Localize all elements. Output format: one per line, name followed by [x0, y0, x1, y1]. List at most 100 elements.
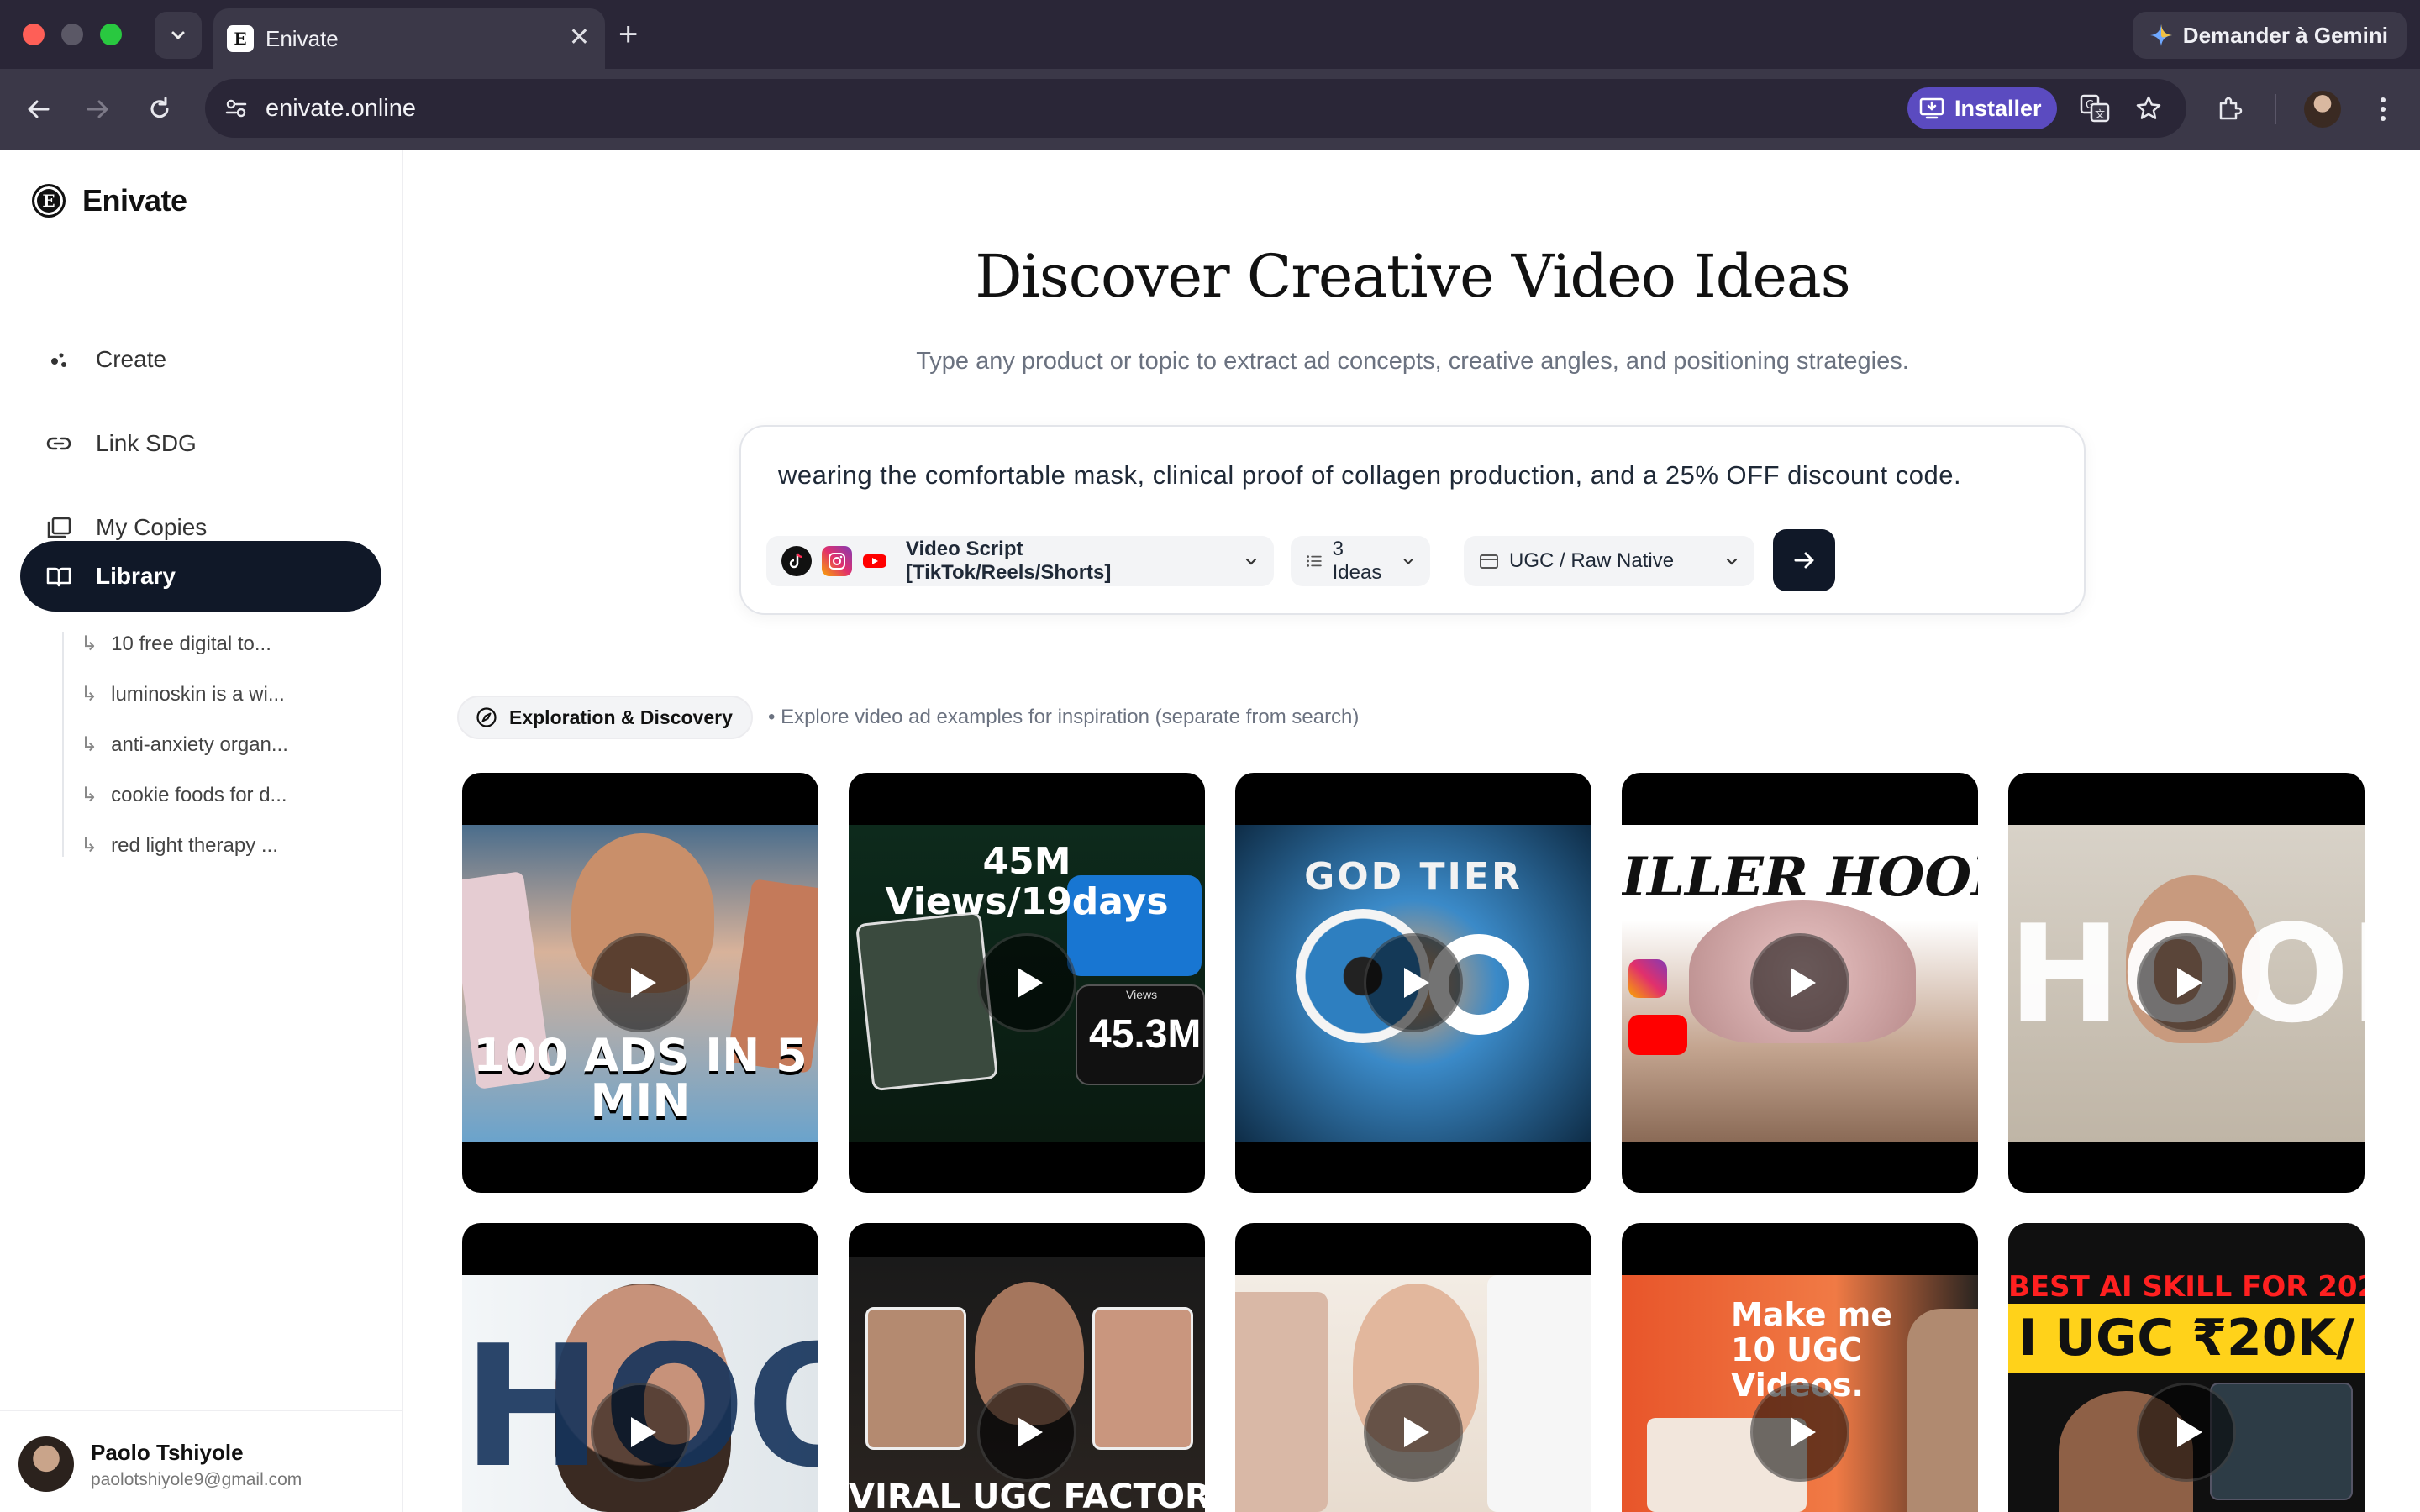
- tab-title: Enivate: [266, 26, 339, 51]
- video-card[interactable]: 100 ADS IN 5 MIN: [462, 773, 818, 1193]
- views-label: Views: [1126, 988, 1158, 1001]
- play-icon: [631, 968, 656, 998]
- play-button[interactable]: [1750, 1383, 1849, 1482]
- sidebar-item-link-sdg[interactable]: Link SDG: [20, 408, 381, 479]
- tab-favicon: E: [227, 25, 254, 52]
- platform-label: Video Script [TikTok/Reels/Shorts]: [905, 538, 1112, 584]
- video-overlay-text: I UGC ₹20K/: [2018, 1310, 2354, 1366]
- video-card[interactable]: Make me 10 UGC Videos.: [1622, 1223, 1978, 1512]
- video-caption: BEST AI SKILL FOR 2026: [2008, 1270, 2365, 1304]
- library-item[interactable]: ↳ 10 free digital to...: [81, 632, 271, 656]
- video-card[interactable]: HOOK: [2008, 773, 2365, 1193]
- reload-button[interactable]: [139, 89, 180, 129]
- list-icon: [1307, 555, 1322, 567]
- play-button[interactable]: [591, 1383, 690, 1482]
- sidebar-item-label: Library: [96, 563, 176, 589]
- arrow-left-icon: [28, 100, 50, 118]
- address-bar[interactable]: enivate.online Installer G文: [205, 79, 2186, 138]
- video-caption: 100 ADS IN 5 MIN: [473, 1029, 808, 1127]
- tab-search-button[interactable]: [155, 12, 202, 59]
- submit-button[interactable]: [1773, 529, 1835, 591]
- video-caption: ILLER HOOK: [1622, 848, 1978, 907]
- install-app-button[interactable]: Installer: [1907, 87, 2057, 129]
- play-button[interactable]: [1750, 933, 1849, 1032]
- browser-tab[interactable]: E Enivate ✕: [213, 8, 605, 69]
- search-input[interactable]: wearing the comfortable mask, clinical p…: [778, 460, 1961, 491]
- translate-icon[interactable]: G文: [2077, 91, 2112, 126]
- video-caption: VIRAL UGC FACTORY: [849, 1478, 1205, 1512]
- ideas-count-select[interactable]: 3 Ideas: [1291, 536, 1430, 586]
- play-button[interactable]: [1364, 1383, 1463, 1482]
- play-button[interactable]: [591, 933, 690, 1032]
- video-card[interactable]: VIRAL UGC FACTORY: [849, 1223, 1205, 1512]
- sidebar-item-create[interactable]: Create: [20, 324, 381, 395]
- video-caption: GOD TIER: [1304, 855, 1523, 898]
- back-button[interactable]: [18, 89, 59, 129]
- site-info-icon[interactable]: [217, 89, 255, 128]
- style-select[interactable]: UGC / Raw Native: [1464, 536, 1754, 586]
- instagram-icon: [821, 546, 852, 576]
- style-label: UGC / Raw Native: [1509, 549, 1675, 572]
- browser-titlebar: E Enivate ✕ + Demander à Gemini: [0, 0, 2420, 69]
- subitem-arrow-icon: ↳: [81, 733, 98, 756]
- library-item[interactable]: ↳ red light therapy ...: [81, 833, 278, 858]
- sparkle-icon: [45, 346, 72, 373]
- browser-toolbar: enivate.online Installer G文: [0, 69, 2420, 150]
- library-item[interactable]: ↳ anti-anxiety organ...: [81, 732, 288, 757]
- film-icon: [1480, 554, 1498, 569]
- chevron-down-icon: [171, 31, 185, 40]
- forward-button[interactable]: [77, 89, 118, 129]
- brand-name: Enivate: [82, 183, 187, 218]
- video-card[interactable]: HOOK: [462, 1223, 818, 1512]
- extensions-icon[interactable]: [2210, 89, 2250, 129]
- subitem-arrow-icon: ↳: [81, 683, 98, 706]
- chevron-down-icon: [1245, 558, 1257, 565]
- side-image: [1235, 1292, 1328, 1512]
- copies-icon: [45, 514, 72, 541]
- close-window-button[interactable]: [23, 24, 45, 45]
- sidebar-item-library[interactable]: Library: [20, 541, 381, 612]
- new-tab-button[interactable]: +: [618, 13, 638, 55]
- play-button[interactable]: [2137, 933, 2236, 1032]
- exploration-tag[interactable]: Exploration & Discovery: [457, 696, 753, 739]
- library-item[interactable]: ↳ cookie foods for d...: [81, 783, 287, 807]
- url-text[interactable]: enivate.online: [266, 94, 416, 123]
- video-card[interactable]: GOD TIER: [1235, 773, 1591, 1193]
- brand-logo: E: [32, 184, 66, 218]
- play-button[interactable]: [977, 933, 1076, 1032]
- brand[interactable]: E Enivate: [32, 183, 187, 218]
- video-caption: Make me 10 UGC Videos.: [1731, 1296, 1893, 1403]
- chevron-down-icon: [1403, 559, 1413, 565]
- side-image: [1487, 1275, 1591, 1512]
- youtube-icon: [862, 546, 887, 576]
- gemini-button[interactable]: Demander à Gemini: [2132, 12, 2407, 59]
- play-icon: [1018, 1417, 1043, 1447]
- phone-screenshot: [855, 911, 999, 1092]
- play-icon: [2177, 968, 2202, 998]
- phone-screenshot: [865, 1307, 966, 1450]
- play-icon: [2177, 1417, 2202, 1447]
- page-subtitle: Type any product or topic to extract ad …: [916, 348, 1909, 375]
- reload-icon: [150, 97, 169, 118]
- video-card[interactable]: BEST AI SKILL FOR 2026 I UGC ₹20K/: [2008, 1223, 2365, 1512]
- minimize-window-button[interactable]: [61, 24, 83, 45]
- maximize-window-button[interactable]: [100, 24, 122, 45]
- profile-avatar[interactable]: [2304, 91, 2341, 128]
- sidebar-item-label: Link SDG: [96, 430, 197, 456]
- play-button[interactable]: [1364, 933, 1463, 1032]
- video-card[interactable]: [1235, 1223, 1591, 1512]
- bookmark-star-icon[interactable]: [2131, 91, 2166, 126]
- play-button[interactable]: [2137, 1383, 2236, 1482]
- phone-screenshot: [1092, 1307, 1193, 1450]
- sidebar: E Enivate Create Link SDG My Copies Libr…: [0, 150, 403, 1512]
- tab-close-icon[interactable]: ✕: [569, 24, 590, 52]
- play-icon: [1404, 1417, 1429, 1447]
- video-card[interactable]: 45.3M Views 45M Views/19days: [849, 773, 1205, 1193]
- more-menu-icon[interactable]: [2363, 89, 2403, 129]
- library-item[interactable]: ↳ luminoskin is a wi...: [81, 682, 285, 706]
- user-profile[interactable]: Paolo Tshiyole paolotshiyole9@gmail.com: [0, 1410, 402, 1512]
- video-card[interactable]: ILLER HOOK: [1622, 773, 1978, 1193]
- platform-select[interactable]: Video Script [TikTok/Reels/Shorts]: [766, 536, 1274, 586]
- search-box[interactable]: wearing the comfortable mask, clinical p…: [739, 425, 2086, 615]
- play-button[interactable]: [977, 1383, 1076, 1482]
